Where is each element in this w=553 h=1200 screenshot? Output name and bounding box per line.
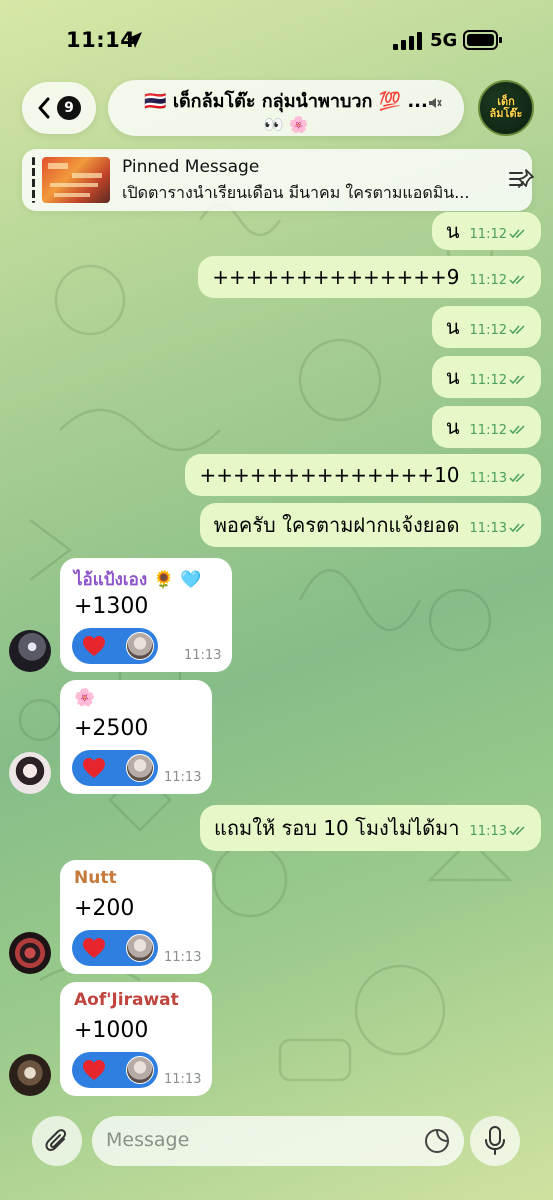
heart-reaction-icon [83,636,105,656]
heart-reaction-icon [83,758,105,778]
message-time: 11:13 [469,520,507,536]
group-avatar-text-2: ล้มโต๊ะ [489,107,523,120]
reactor-avatar [126,1056,154,1084]
pinned-indicator [32,157,35,203]
cellular-signal-icon [393,32,422,50]
pinned-text: เปิดตารางนำเรียนเดือน มีนาคม ใครตามแอดมิ… [122,183,470,202]
message-input[interactable]: Message [92,1116,464,1166]
outgoing-message[interactable]: น 11:12 [431,356,541,398]
sender-avatar[interactable] [9,1054,51,1096]
message-text: ++++++++++++++10 [199,463,460,487]
message-meta: 11:12 [470,267,527,288]
chat-title-button[interactable]: 🇹🇭 เด็กล้มโต๊ะ กลุ่มนำพาบวก 💯 ... 👀 🌸 [108,80,464,136]
double-check-icon [509,375,525,385]
chat-title: 🇹🇭 เด็กล้มโต๊ะ กลุ่มนำพาบวก 💯 ... [144,91,428,112]
message-sender: ไอ้แป้งเอง 🌻 🩵 [74,570,202,590]
pinned-message-bar[interactable]: Pinned Message เปิดตารางนำเรียนเดือน มีน… [22,149,534,211]
message-text: +1300 [74,594,149,619]
message-time: 11:12 [469,272,507,288]
reactor-avatar [126,754,154,782]
double-check-icon [509,425,525,435]
message-time: 11:12 [469,322,507,338]
message-meta: 11:12 [470,221,527,242]
message-time: 11:12 [469,422,507,438]
sticker-icon[interactable] [424,1128,450,1154]
message-time: 11:13 [164,950,202,965]
microphone-button[interactable] [470,1116,520,1166]
message-meta: 11:12 [470,417,527,438]
message-text: น [445,365,460,389]
reactor-avatar [126,934,154,962]
pinned-thumbnail [42,157,110,203]
message-time: 11:13 [164,770,202,785]
muted-icon [429,98,442,108]
network-type: 5G [430,30,458,51]
outgoing-message[interactable]: แถมให้ รอบ 10 โมงไม่ได้มา 11:13 [200,805,541,851]
message-text: น [445,415,460,439]
location-arrow-icon [126,32,142,48]
message-meta: 11:13 [470,818,527,839]
incoming-message[interactable]: Aof'Jirawat +1000 11:13 [60,982,212,1096]
reaction-chip[interactable] [72,628,158,664]
reaction-chip[interactable] [72,1052,158,1088]
message-sender: 🌸 [74,688,96,708]
heart-reaction-icon [83,938,105,958]
incoming-message[interactable]: ไอ้แป้งเอง 🌻 🩵 +1300 11:13 [60,558,232,672]
message-time: 11:12 [469,372,507,388]
status-bar: 11:14 5G [0,0,553,82]
heart-reaction-icon [83,1060,105,1080]
message-input-placeholder: Message [106,1129,190,1151]
message-meta: 11:13 [470,465,527,486]
message-text: พอครับ ใครตามฝากแจ้งยอด [213,513,460,537]
outgoing-message[interactable]: ++++++++++++++9 11:12 [198,256,541,298]
unread-count-badge: 9 [57,96,81,120]
chevron-left-icon [38,97,50,119]
sender-avatar[interactable] [9,752,51,794]
message-sender: Aof'Jirawat [74,990,179,1010]
battery-icon [463,30,502,50]
message-text: ++++++++++++++9 [212,265,460,289]
message-time: 11:13 [469,470,507,486]
double-check-icon [509,275,525,285]
outgoing-message[interactable]: ++++++++++++++10 11:13 [185,454,541,496]
paperclip-icon [45,1129,67,1151]
outgoing-message[interactable]: น 11:12 [431,406,541,448]
message-time: 11:13 [184,648,222,663]
microphone-icon [485,1126,505,1155]
pinned-title: Pinned Message [122,157,260,177]
message-text: น [445,219,460,243]
pin-list-icon[interactable] [508,167,536,193]
message-text: +1000 [74,1018,149,1043]
incoming-message[interactable]: Nutt +200 11:13 [60,860,212,974]
double-check-icon [509,473,525,483]
chat-subtitle: 👀 🌸 [263,115,309,134]
outgoing-message[interactable]: น 11:12 [431,212,541,250]
message-time: 11:12 [469,226,507,242]
reaction-chip[interactable] [72,930,158,966]
message-meta: 11:13 [470,515,527,536]
outgoing-message[interactable]: พอครับ ใครตามฝากแจ้งยอด 11:13 [199,503,541,547]
message-text: +200 [74,896,135,921]
message-time: 11:13 [469,823,507,839]
reaction-chip[interactable] [72,750,158,786]
message-meta: 11:12 [470,367,527,388]
reactor-avatar [126,632,154,660]
double-check-icon [509,325,525,335]
double-check-icon [509,523,525,533]
incoming-message[interactable]: 🌸 +2500 11:13 [60,680,212,794]
sender-avatar[interactable] [9,630,51,672]
message-sender: Nutt [74,868,117,888]
message-text: แถมให้ รอบ 10 โมงไม่ได้มา [214,816,460,840]
sender-avatar[interactable] [9,932,51,974]
message-time: 11:13 [164,1072,202,1087]
message-meta: 11:12 [470,317,527,338]
attach-button[interactable] [32,1116,82,1166]
double-check-icon [509,229,525,239]
double-check-icon [509,826,525,836]
back-button[interactable]: 9 [22,82,96,134]
group-avatar[interactable]: เด็ก ล้มโต๊ะ [478,80,534,136]
message-text: +2500 [74,716,149,741]
outgoing-message[interactable]: น 11:12 [431,306,541,348]
message-text: น [445,315,460,339]
